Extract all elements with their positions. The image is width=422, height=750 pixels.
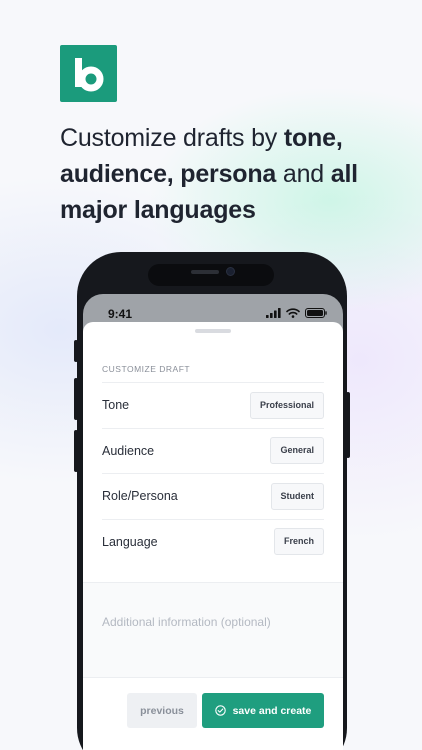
headline-bold-2: audience, persona bbox=[60, 160, 277, 188]
additional-info-area[interactable]: Additional information (optional) bbox=[83, 582, 343, 678]
phone-screen: 9:41 CUSTOMIZE DRAFT Tone Professional A… bbox=[83, 294, 343, 750]
options-list: Tone Professional Audience General Role/… bbox=[102, 382, 324, 564]
tone-label: Tone bbox=[102, 398, 130, 413]
additional-info-input[interactable]: Additional information (optional) bbox=[102, 615, 271, 629]
audience-row: Audience General bbox=[102, 427, 324, 474]
headline: Customize drafts by tone, audience, pers… bbox=[60, 120, 390, 228]
persona-label: Role/Persona bbox=[102, 489, 178, 504]
brand-b-logo-icon bbox=[75, 58, 104, 92]
persona-select[interactable]: Student bbox=[270, 482, 324, 510]
language-label: Language bbox=[102, 534, 158, 549]
battery-icon bbox=[305, 308, 327, 318]
customize-draft-sheet: CUSTOMIZE DRAFT Tone Professional Audien… bbox=[83, 322, 343, 750]
save-and-create-button[interactable]: save and create bbox=[202, 693, 324, 728]
cellular-signal-icon bbox=[266, 308, 281, 318]
language-row: Language French bbox=[102, 518, 324, 565]
camera-icon bbox=[226, 267, 235, 276]
previous-button[interactable]: previous bbox=[127, 693, 197, 728]
status-time: 9:41 bbox=[108, 307, 133, 321]
language-select[interactable]: French bbox=[273, 528, 324, 556]
check-circle-icon bbox=[214, 705, 226, 716]
sheet-grabber[interactable] bbox=[195, 329, 231, 333]
dynamic-island bbox=[148, 264, 274, 286]
wifi-icon bbox=[286, 308, 300, 318]
headline-text-1: Customize drafts by bbox=[60, 124, 284, 152]
headline-bold-1: tone, bbox=[283, 124, 343, 152]
tone-select[interactable]: Professional bbox=[249, 391, 324, 419]
app-logo bbox=[60, 45, 117, 102]
save-and-create-label: save and create bbox=[232, 704, 312, 717]
audience-label: Audience bbox=[102, 443, 155, 458]
persona-row: Role/Persona Student bbox=[102, 473, 324, 519]
status-icons bbox=[266, 308, 327, 318]
tone-row: Tone Professional bbox=[102, 382, 324, 428]
headline-text-3: and bbox=[276, 160, 331, 188]
phone-speaker bbox=[191, 270, 219, 274]
audience-select[interactable]: General bbox=[270, 437, 324, 465]
section-label: CUSTOMIZE DRAFT bbox=[102, 364, 191, 374]
